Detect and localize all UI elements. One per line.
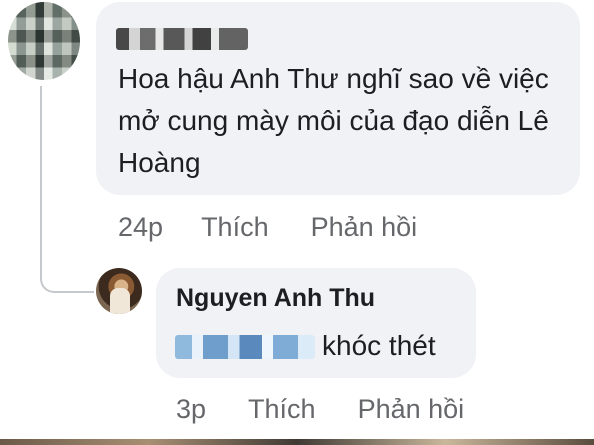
comment-timestamp[interactable]: 24p <box>118 212 163 243</box>
comment-text: Hoa hậu Anh Thư nghĩ sao về việc mở cung… <box>118 63 549 178</box>
comment-like-button[interactable]: Thích <box>201 212 269 243</box>
reply-actions: 3p Thích Phản hồi <box>176 394 464 425</box>
comment-actions: 24p Thích Phản hồi <box>118 212 417 243</box>
reply-mention-blurred[interactable] <box>175 335 315 359</box>
reply-text: khóc thét <box>322 330 436 361</box>
commenter-name-blurred[interactable] <box>116 28 248 50</box>
commenter-avatar[interactable] <box>8 2 80 80</box>
reply-reply-button[interactable]: Phản hồi <box>358 394 465 425</box>
thread-connector-line <box>40 86 94 293</box>
reply-like-button[interactable]: Thích <box>248 394 316 425</box>
comment-reply-button[interactable]: Phản hồi <box>311 212 418 243</box>
reply-author-avatar[interactable] <box>96 268 142 314</box>
background-photo-strip <box>0 439 594 445</box>
reply-timestamp[interactable]: 3p <box>176 394 206 425</box>
reply-author-name[interactable]: Nguyen Anh Thu <box>176 284 375 313</box>
